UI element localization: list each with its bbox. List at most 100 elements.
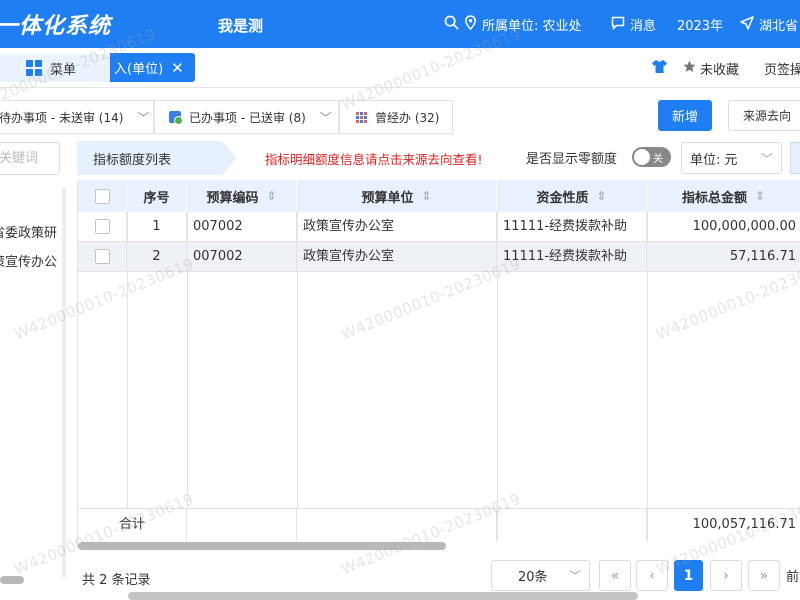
tab-handled-label: 曾经办 (32)	[375, 110, 440, 125]
row-select[interactable]	[78, 212, 127, 242]
message-icon	[611, 16, 625, 34]
double-chevron-left-icon: «	[610, 567, 620, 584]
sort-icon[interactable]: ⇕	[755, 189, 765, 203]
zero-amount-label: 是否显示零额度	[526, 152, 618, 167]
close-icon[interactable]: ✕	[171, 59, 184, 77]
detail-hint: 指标明细额度信息请点击来源去向查看!	[265, 152, 483, 167]
header-messages[interactable]: 消息	[611, 15, 656, 34]
edge-button[interactable]	[790, 142, 800, 174]
table-row[interactable]: 2 007002 政策宣传办公室 11111-经费拨款补助 57,116.71	[78, 242, 800, 272]
column-header[interactable]: 资金性质 ⇕	[497, 180, 647, 212]
sort-icon[interactable]: ⇕	[596, 189, 606, 203]
section-title: 指标额度列表	[77, 141, 237, 175]
app-logo: 一体化系统	[0, 14, 112, 39]
row-nature: 11111-经费拨款补助	[497, 242, 647, 272]
row-unit: 政策宣传办公室	[297, 242, 497, 272]
table-horizontal-scrollbar[interactable]	[78, 542, 446, 550]
column-header-label: 预算编码	[206, 190, 259, 206]
new-button[interactable]: 新增	[658, 100, 712, 131]
tab-active-label: 入(单位)	[114, 62, 164, 77]
header-unit-label: 所属单位: 农业处	[482, 19, 582, 34]
column-header-label: 指标总金额	[681, 190, 747, 206]
search-input[interactable]: 关键词	[0, 142, 60, 175]
header-year-label: 2023年	[677, 19, 724, 34]
menu-label: 菜单	[50, 62, 77, 78]
shirt-icon[interactable]	[652, 60, 667, 77]
page-size-value: 20条	[518, 570, 548, 585]
column-header: 序号	[127, 180, 187, 212]
double-chevron-right-icon: »	[759, 567, 769, 584]
row-checkbox[interactable]	[94, 249, 110, 264]
tab-done[interactable]: 已办事项 - 已送审 (8) ﹀	[154, 100, 339, 134]
unit-label: 单位:	[690, 152, 721, 168]
chevron-down-icon: ﹀	[319, 110, 332, 125]
system-name: 我是测	[218, 17, 264, 35]
select-all-header[interactable]	[78, 180, 127, 212]
column-header-label: 序号	[143, 190, 170, 206]
row-code: 007002	[187, 242, 297, 272]
last-page-button[interactable]: »	[748, 560, 780, 591]
row-index: 2	[127, 242, 187, 272]
row-index: 1	[127, 212, 187, 242]
footer-label: 合计	[78, 509, 187, 541]
zero-amount-toggle[interactable]: 关	[632, 147, 671, 167]
footer-empty	[187, 509, 297, 541]
header-year[interactable]: 2023年	[677, 15, 723, 34]
location-pin-icon	[464, 15, 477, 34]
table-row[interactable]: 1 007002 政策宣传办公室 11111-经费拨款补助 100,000,00…	[78, 212, 800, 242]
prev-page-button[interactable]: ‹	[636, 560, 668, 591]
tree-item[interactable]: 省委政策研	[0, 222, 64, 241]
row-amount: 57,116.71	[729, 249, 796, 264]
page-horizontal-scrollbar[interactable]	[128, 592, 638, 600]
document-check-icon	[169, 111, 183, 125]
column-header[interactable]: 预算单位 ⇕	[297, 180, 497, 212]
row-nature: 11111-经费拨款补助	[497, 212, 647, 242]
row-select[interactable]	[78, 242, 127, 272]
page-sign-label: 页签操	[764, 63, 800, 78]
next-page-button[interactable]: ›	[710, 560, 742, 591]
column-header[interactable]: 预算编码 ⇕	[187, 180, 297, 212]
header-unit[interactable]: 所属单位: 农业处	[444, 15, 582, 34]
select-all-checkbox[interactable]	[94, 188, 110, 204]
row-checkbox[interactable]	[94, 219, 110, 234]
sidebar-scrollbar[interactable]	[62, 188, 66, 578]
total-records: 共 2 条记录	[82, 573, 151, 588]
sort-icon[interactable]: ⇕	[266, 189, 276, 203]
tab-active[interactable]: 入(单位) ✕	[110, 53, 195, 82]
grid-icon	[26, 60, 42, 76]
unit-value: 元	[724, 152, 738, 168]
column-header-label: 预算单位	[361, 190, 414, 206]
goto-label: 前	[786, 570, 800, 585]
page-sign-menu[interactable]: 页签操	[764, 59, 800, 78]
column-header[interactable]: 指标总金额 ⇕	[647, 180, 800, 212]
page-size-select[interactable]: 20条 ﹀	[491, 560, 590, 591]
chevron-right-icon: ›	[723, 567, 729, 584]
tab-handled[interactable]: 曾经办 (32)	[339, 100, 453, 134]
first-page-button[interactable]: «	[599, 560, 631, 591]
top-header: 一体化系统 我是测 所属单位: 农业处 消息 2023年 湖北省	[0, 0, 800, 48]
header-region[interactable]: 湖北省	[740, 15, 798, 34]
table-footer: 合计 100,057,116.71	[78, 508, 800, 541]
trace-button[interactable]: 来源去向	[728, 100, 800, 131]
sort-icon[interactable]: ⇕	[421, 189, 431, 203]
footer-empty	[297, 509, 497, 541]
apps-icon	[356, 111, 367, 123]
favorite-button[interactable]: 未收藏	[652, 59, 739, 78]
tab-bar: 菜单 入(单位) ✕ 未收藏 页签操	[0, 48, 800, 88]
column-header-label: 资金性质	[536, 190, 589, 206]
sidebar-horizontal-scrollbar[interactable]	[0, 576, 24, 584]
star-icon	[683, 60, 696, 77]
page-button-current[interactable]: 1	[674, 560, 703, 591]
tab-pending[interactable]: 待办事项 - 未送审 (14) ﹀	[0, 100, 154, 134]
menu-button[interactable]: 菜单	[0, 54, 110, 82]
tree-item[interactable]: 策宣传办公	[0, 251, 64, 270]
chevron-down-icon: ﹀	[137, 110, 150, 125]
search-icon[interactable]	[444, 15, 459, 34]
toggle-state: 关	[653, 154, 663, 165]
chevron-down-icon: ﹀	[568, 569, 581, 583]
unit-select[interactable]: 单位: 元 ﹀	[681, 142, 782, 174]
header-region-label: 湖北省	[759, 19, 799, 34]
tab-done-label: 已办事项 - 已送审 (8)	[189, 110, 306, 125]
chevron-left-icon: ‹	[649, 567, 655, 584]
navigation-arrow-icon	[740, 15, 754, 34]
